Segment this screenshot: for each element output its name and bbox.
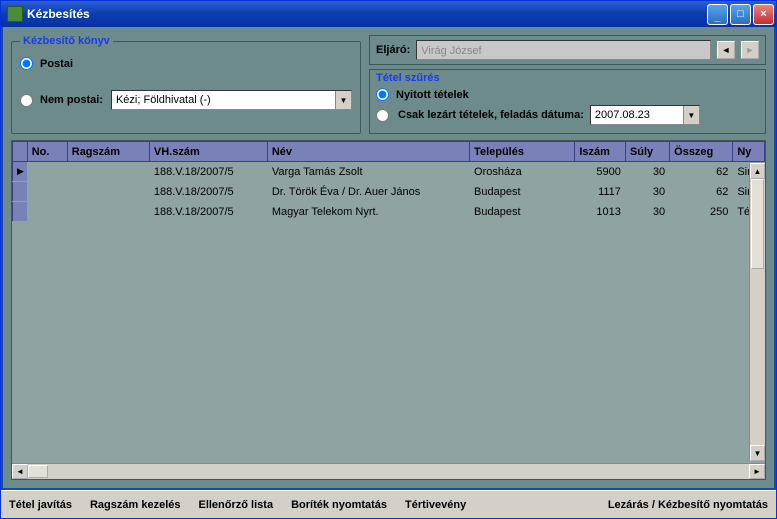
- prev-button[interactable]: ◄: [717, 41, 735, 59]
- cell-telepules[interactable]: Budapest: [470, 182, 575, 202]
- table-row[interactable]: ▶ 188.V.18/2007/5Varga Tamás ZsoltOrosház…: [13, 162, 765, 182]
- scroll-thumb[interactable]: [28, 465, 48, 478]
- col-nev[interactable]: Név: [267, 142, 469, 162]
- app-window: Kézbesítés _ □ × Kézbesítő könyv Postai …: [0, 0, 777, 519]
- groupbox-kezbesito-konyv: Kézbesítő könyv Postai Nem postai: Kézi;…: [11, 35, 361, 134]
- cell-iszam[interactable]: 1013: [575, 202, 626, 222]
- btn-boritek-nyomtatas[interactable]: Boríték nyomtatás: [291, 499, 387, 511]
- cell-nev[interactable]: Varga Tamás Zsolt: [267, 162, 469, 182]
- col-iszam[interactable]: Iszám: [575, 142, 626, 162]
- col-no[interactable]: No.: [27, 142, 67, 162]
- row-indicator: [13, 202, 28, 222]
- cell-telepules[interactable]: Budapest: [470, 202, 575, 222]
- cell-iszam[interactable]: 1117: [575, 182, 626, 202]
- data-grid[interactable]: No. Ragszám VH.szám Név Település Iszám …: [11, 140, 766, 480]
- next-button[interactable]: ►: [741, 41, 759, 59]
- btn-ragszam-kezeles[interactable]: Ragszám kezelés: [90, 499, 181, 511]
- close-button[interactable]: ×: [753, 4, 774, 25]
- nem-postai-combo[interactable]: Kézi; Földhivatal (-) ▼: [111, 90, 352, 110]
- groupbox-legend: Kézbesítő könyv: [20, 35, 113, 47]
- cell-suly[interactable]: 30: [625, 162, 669, 182]
- bottom-toolbar: Tétel javítás Ragszám kezelés Ellenőrző …: [1, 490, 776, 518]
- cell-ragszam[interactable]: [67, 202, 149, 222]
- cell-suly[interactable]: 30: [625, 202, 669, 222]
- cell-vhszam[interactable]: 188.V.18/2007/5: [149, 162, 267, 182]
- cell-no[interactable]: [27, 182, 67, 202]
- row-indicator: [13, 182, 28, 202]
- date-value: 2007.08.23: [595, 109, 650, 121]
- cell-no[interactable]: [27, 162, 67, 182]
- scroll-up-icon[interactable]: ▲: [750, 163, 765, 179]
- nem-postai-value: Kézi; Földhivatal (-): [116, 94, 211, 106]
- col-vhszam[interactable]: VH.szám: [149, 142, 267, 162]
- col-ragszam[interactable]: Ragszám: [67, 142, 149, 162]
- vertical-scrollbar[interactable]: ▲ ▼: [749, 163, 765, 461]
- table-row[interactable]: 188.V.18/2007/5Magyar Telekom Nyrt.Budap…: [13, 202, 765, 222]
- radio-lezart-label[interactable]: Csak lezárt tételek, feladás dátuma:: [398, 109, 584, 121]
- client-area: Kézbesítő könyv Postai Nem postai: Kézi;…: [1, 27, 776, 490]
- cell-telepules[interactable]: Orosháza: [470, 162, 575, 182]
- window-title: Kézbesítés: [27, 7, 707, 21]
- cell-suly[interactable]: 30: [625, 182, 669, 202]
- eljaro-panel: Eljáró: Virág József ◄ ►: [369, 35, 766, 65]
- eljaro-value: Virág József: [421, 45, 481, 57]
- radio-nyitott[interactable]: [376, 88, 389, 101]
- col-ny[interactable]: Ny: [733, 142, 765, 162]
- scroll-thumb[interactable]: [751, 179, 764, 269]
- cell-osszeg[interactable]: 62: [670, 162, 733, 182]
- cell-vhszam[interactable]: 188.V.18/2007/5: [149, 202, 267, 222]
- radio-nem-postai-label[interactable]: Nem postai:: [40, 94, 103, 106]
- maximize-button[interactable]: □: [730, 4, 751, 25]
- titlebar: Kézbesítés _ □ ×: [1, 1, 776, 27]
- col-indicator[interactable]: [13, 142, 28, 162]
- radio-nyitott-label[interactable]: Nyitott tételek: [396, 89, 469, 101]
- minimize-button[interactable]: _: [707, 4, 728, 25]
- btn-lezaras[interactable]: Lezárás / Kézbesítő nyomtatás: [608, 499, 768, 511]
- radio-nem-postai[interactable]: [20, 94, 33, 107]
- date-combo[interactable]: 2007.08.23 ▼: [590, 105, 700, 125]
- scroll-left-icon[interactable]: ◄: [12, 464, 28, 479]
- chevron-down-icon[interactable]: ▼: [683, 106, 699, 124]
- app-icon: [7, 6, 23, 22]
- scroll-down-icon[interactable]: ▼: [750, 445, 765, 461]
- radio-postai-label[interactable]: Postai: [40, 58, 73, 70]
- table-row[interactable]: 188.V.18/2007/5Dr. Török Éva / Dr. Auer …: [13, 182, 765, 202]
- row-indicator: ▶: [13, 162, 28, 182]
- col-telepules[interactable]: Település: [470, 142, 575, 162]
- btn-ellenorzo-lista[interactable]: Ellenőrző lista: [198, 499, 273, 511]
- grid-header-row: No. Ragszám VH.szám Név Település Iszám …: [13, 142, 765, 162]
- cell-no[interactable]: [27, 202, 67, 222]
- cell-ragszam[interactable]: [67, 182, 149, 202]
- col-suly[interactable]: Súly: [625, 142, 669, 162]
- cell-osszeg[interactable]: 250: [670, 202, 733, 222]
- radio-postai[interactable]: [20, 57, 33, 70]
- filter-legend: Tétel szűrés: [376, 72, 759, 84]
- horizontal-scrollbar[interactable]: ◄ ►: [12, 463, 765, 479]
- radio-lezart[interactable]: [376, 109, 389, 122]
- col-osszeg[interactable]: Összeg: [670, 142, 733, 162]
- cell-nev[interactable]: Magyar Telekom Nyrt.: [267, 202, 469, 222]
- cell-vhszam[interactable]: 188.V.18/2007/5: [149, 182, 267, 202]
- btn-tetel-javitas[interactable]: Tétel javítás: [9, 499, 72, 511]
- eljaro-field: Virág József: [416, 40, 711, 60]
- scroll-right-icon[interactable]: ►: [749, 464, 765, 479]
- groupbox-tetel-szures: Tétel szűrés Nyitott tételek Csak lezárt…: [369, 69, 766, 134]
- cell-iszam[interactable]: 5900: [575, 162, 626, 182]
- chevron-down-icon[interactable]: ▼: [335, 91, 351, 109]
- eljaro-label: Eljáró:: [376, 44, 410, 56]
- cell-ragszam[interactable]: [67, 162, 149, 182]
- cell-osszeg[interactable]: 62: [670, 182, 733, 202]
- cell-nev[interactable]: Dr. Török Éva / Dr. Auer János: [267, 182, 469, 202]
- btn-tertivegveny[interactable]: Tértivevény: [405, 499, 466, 511]
